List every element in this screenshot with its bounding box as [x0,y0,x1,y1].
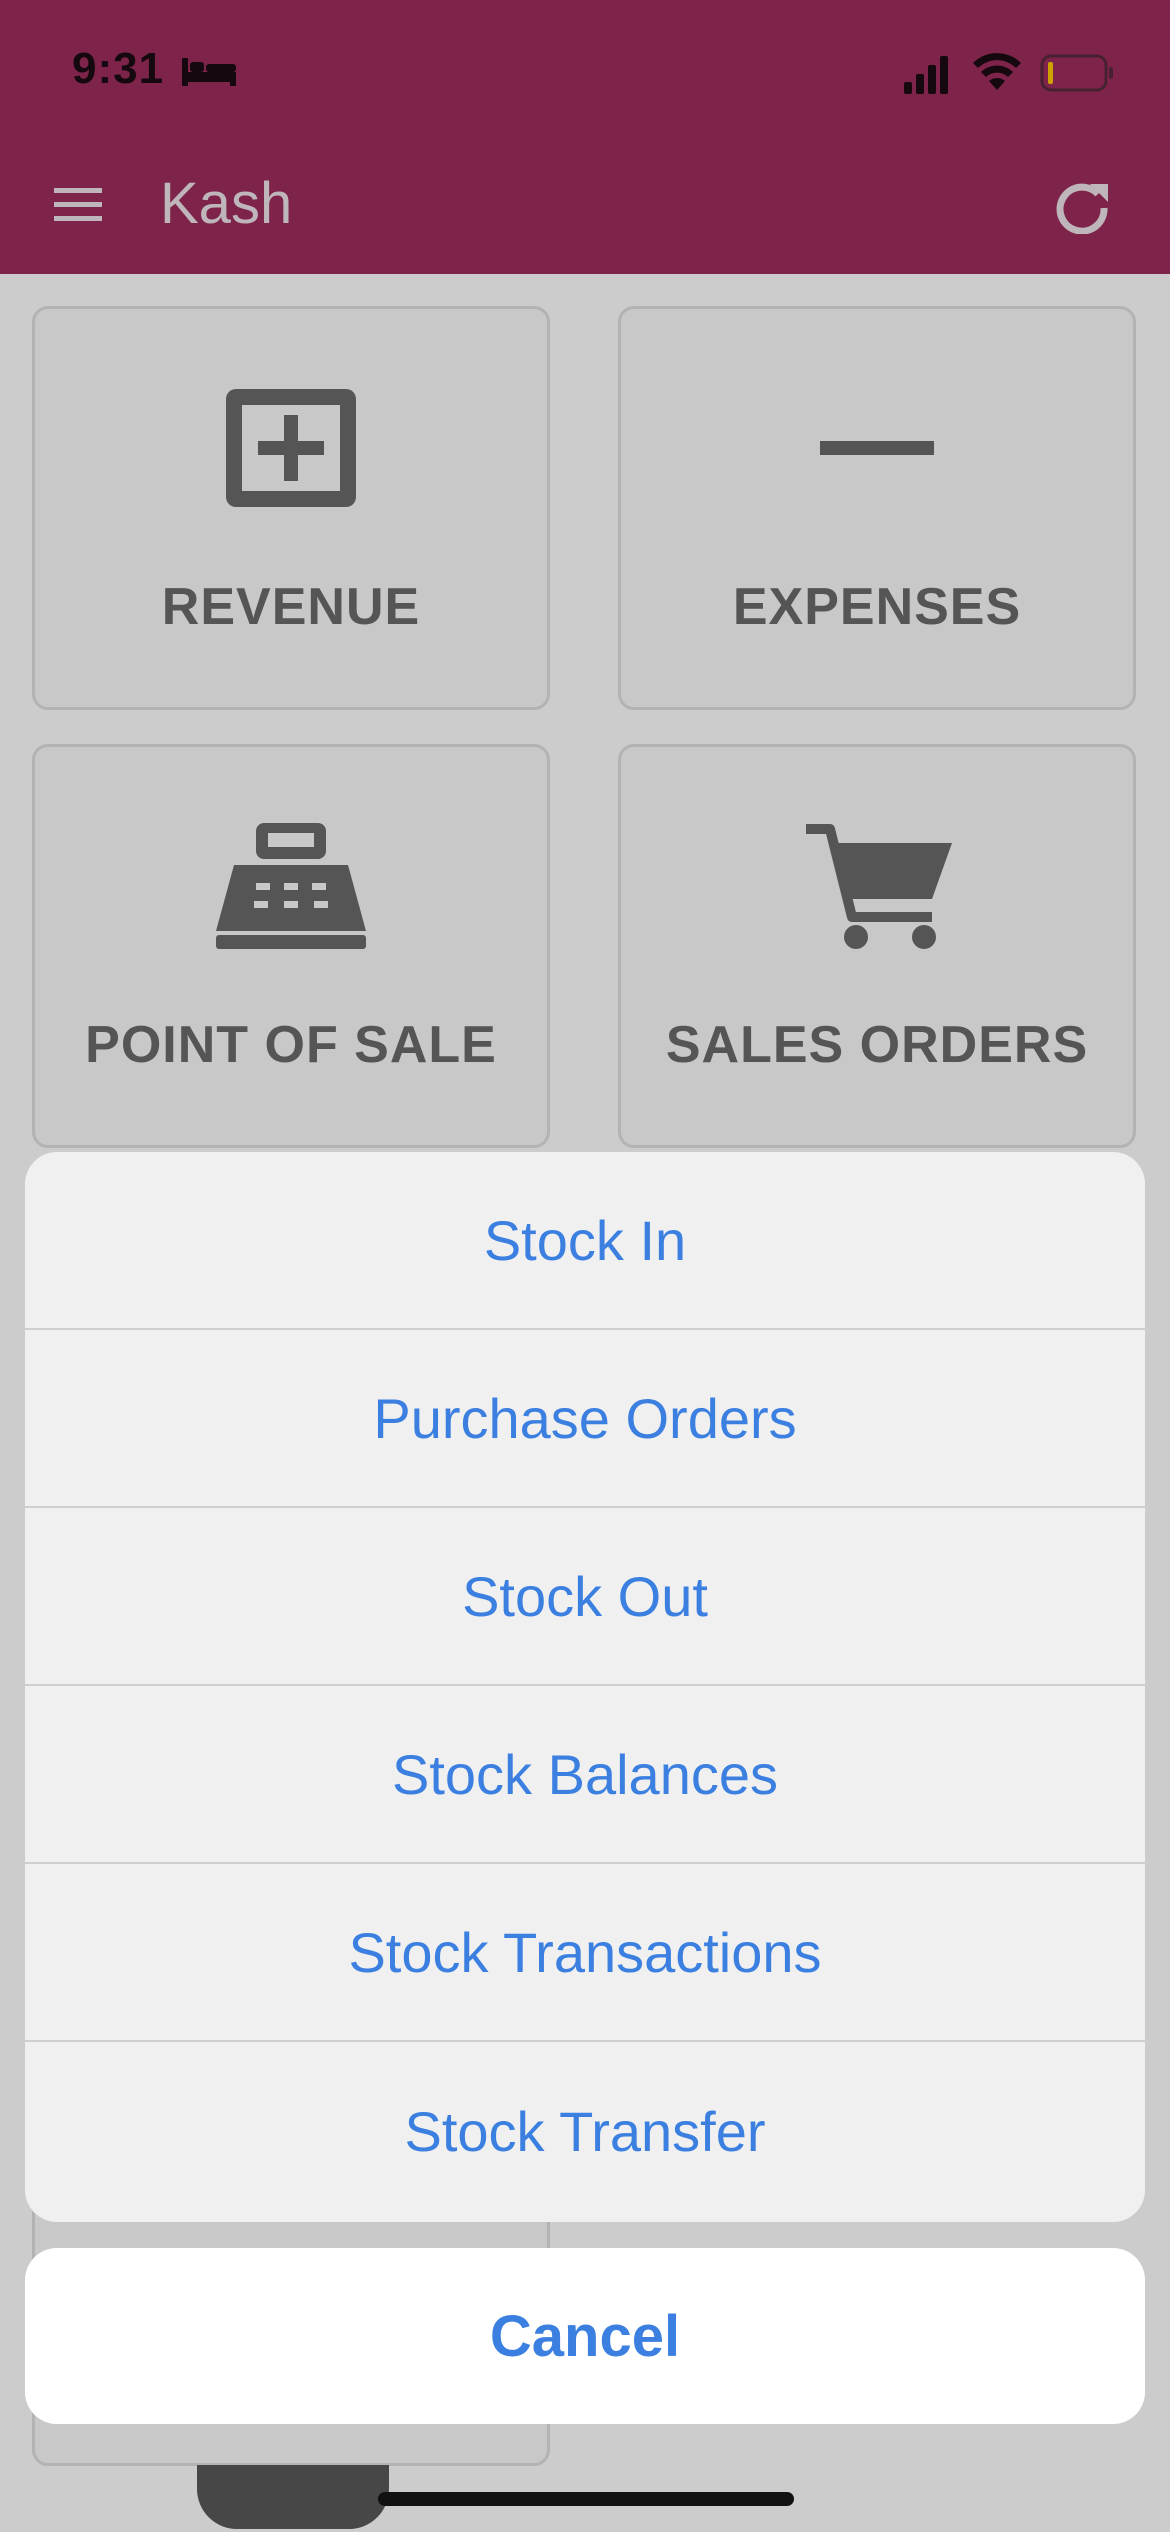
purchase-orders-option[interactable]: Purchase Orders [25,1330,1145,1508]
cancel-button[interactable]: Cancel [25,2248,1145,2424]
stock-transactions-option[interactable]: Stock Transactions [25,1864,1145,2042]
stock-balances-option[interactable]: Stock Balances [25,1686,1145,1864]
stock-transfer-option[interactable]: Stock Transfer [25,2042,1145,2220]
stock-in-option[interactable]: Stock In [25,1152,1145,1330]
home-indicator [378,2492,794,2506]
stock-action-sheet: Stock In Purchase Orders Stock Out Stock… [25,1152,1145,2222]
stock-out-option[interactable]: Stock Out [25,1508,1145,1686]
